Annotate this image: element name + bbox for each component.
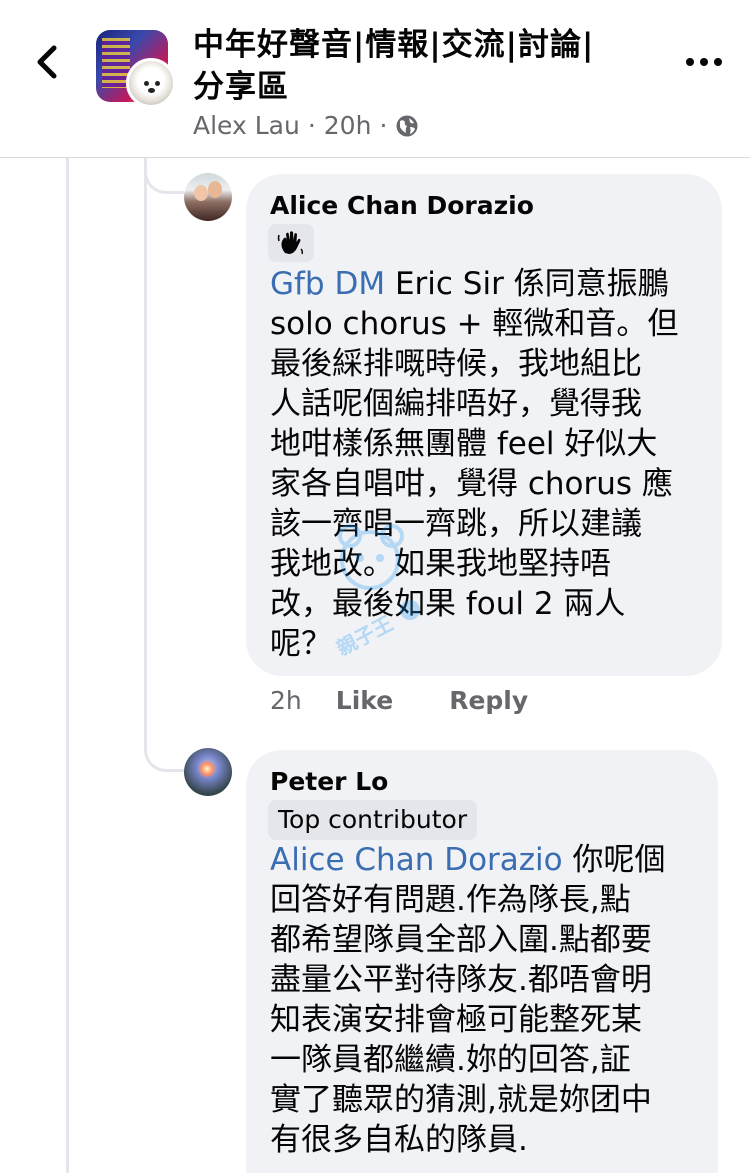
comment-bubble: Peter Lo Top contributor Alice Chan Dora… — [246, 750, 718, 1173]
reply-button[interactable]: Reply — [449, 686, 528, 715]
meta-separator: · — [379, 111, 388, 140]
commenter-avatar[interactable] — [184, 748, 232, 796]
post-time: 20h — [323, 111, 372, 140]
comment-body: Eric Sir 係同意振鵬 solo chorus + 輕微和音。但 最後綵排… — [270, 266, 679, 662]
commenter-avatar[interactable] — [184, 173, 232, 221]
comment-body: 你呢個 回答好有問題.作為隊長,點 都希望隊員全部入圍.點都要 盡量公平對待隊友… — [270, 842, 666, 1158]
mention-link[interactable]: Gfb DM — [270, 266, 385, 302]
reply-connector — [144, 160, 184, 194]
top-contributor-badge: Top contributor — [268, 800, 478, 840]
mention-link[interactable]: Alice Chan Dorazio — [270, 842, 563, 878]
waving-hand-icon — [268, 224, 314, 262]
back-arrow-icon[interactable] — [30, 40, 66, 84]
comment-time: 2h — [270, 686, 302, 715]
like-button[interactable]: Like — [336, 686, 393, 715]
commenter-name[interactable]: Alice Chan Dorazio — [270, 191, 534, 220]
comment-bubble: Alice Chan Dorazio Gfb DM Eric Sir 係同意振鵬… — [246, 174, 722, 676]
author-name[interactable]: Alex Lau — [193, 111, 300, 140]
author-avatar[interactable] — [126, 58, 176, 108]
comment-actions: 2h Like Reply — [270, 686, 584, 715]
more-options-icon[interactable] — [684, 52, 724, 72]
comment-text: Alice Chan Dorazio 你呢個 回答好有問題.作為隊長,點 都希望… — [270, 840, 710, 1160]
thread-line — [144, 158, 147, 748]
group-title[interactable]: 中年好聲音|情報|交流|討論|分享區 — [193, 24, 613, 108]
commenter-name[interactable]: Peter Lo — [270, 767, 388, 796]
meta-separator: · — [307, 111, 316, 140]
reply-connector — [144, 730, 184, 772]
globe-icon — [396, 115, 418, 136]
post-header: 中年好聲音|情報|交流|討論|分享區 Alex Lau · 20h · — [0, 0, 750, 158]
comment-text: Gfb DM Eric Sir 係同意振鵬 solo chorus + 輕微和音… — [270, 264, 710, 664]
post-meta: Alex Lau · 20h · — [193, 111, 419, 140]
thread-line — [66, 158, 69, 1173]
